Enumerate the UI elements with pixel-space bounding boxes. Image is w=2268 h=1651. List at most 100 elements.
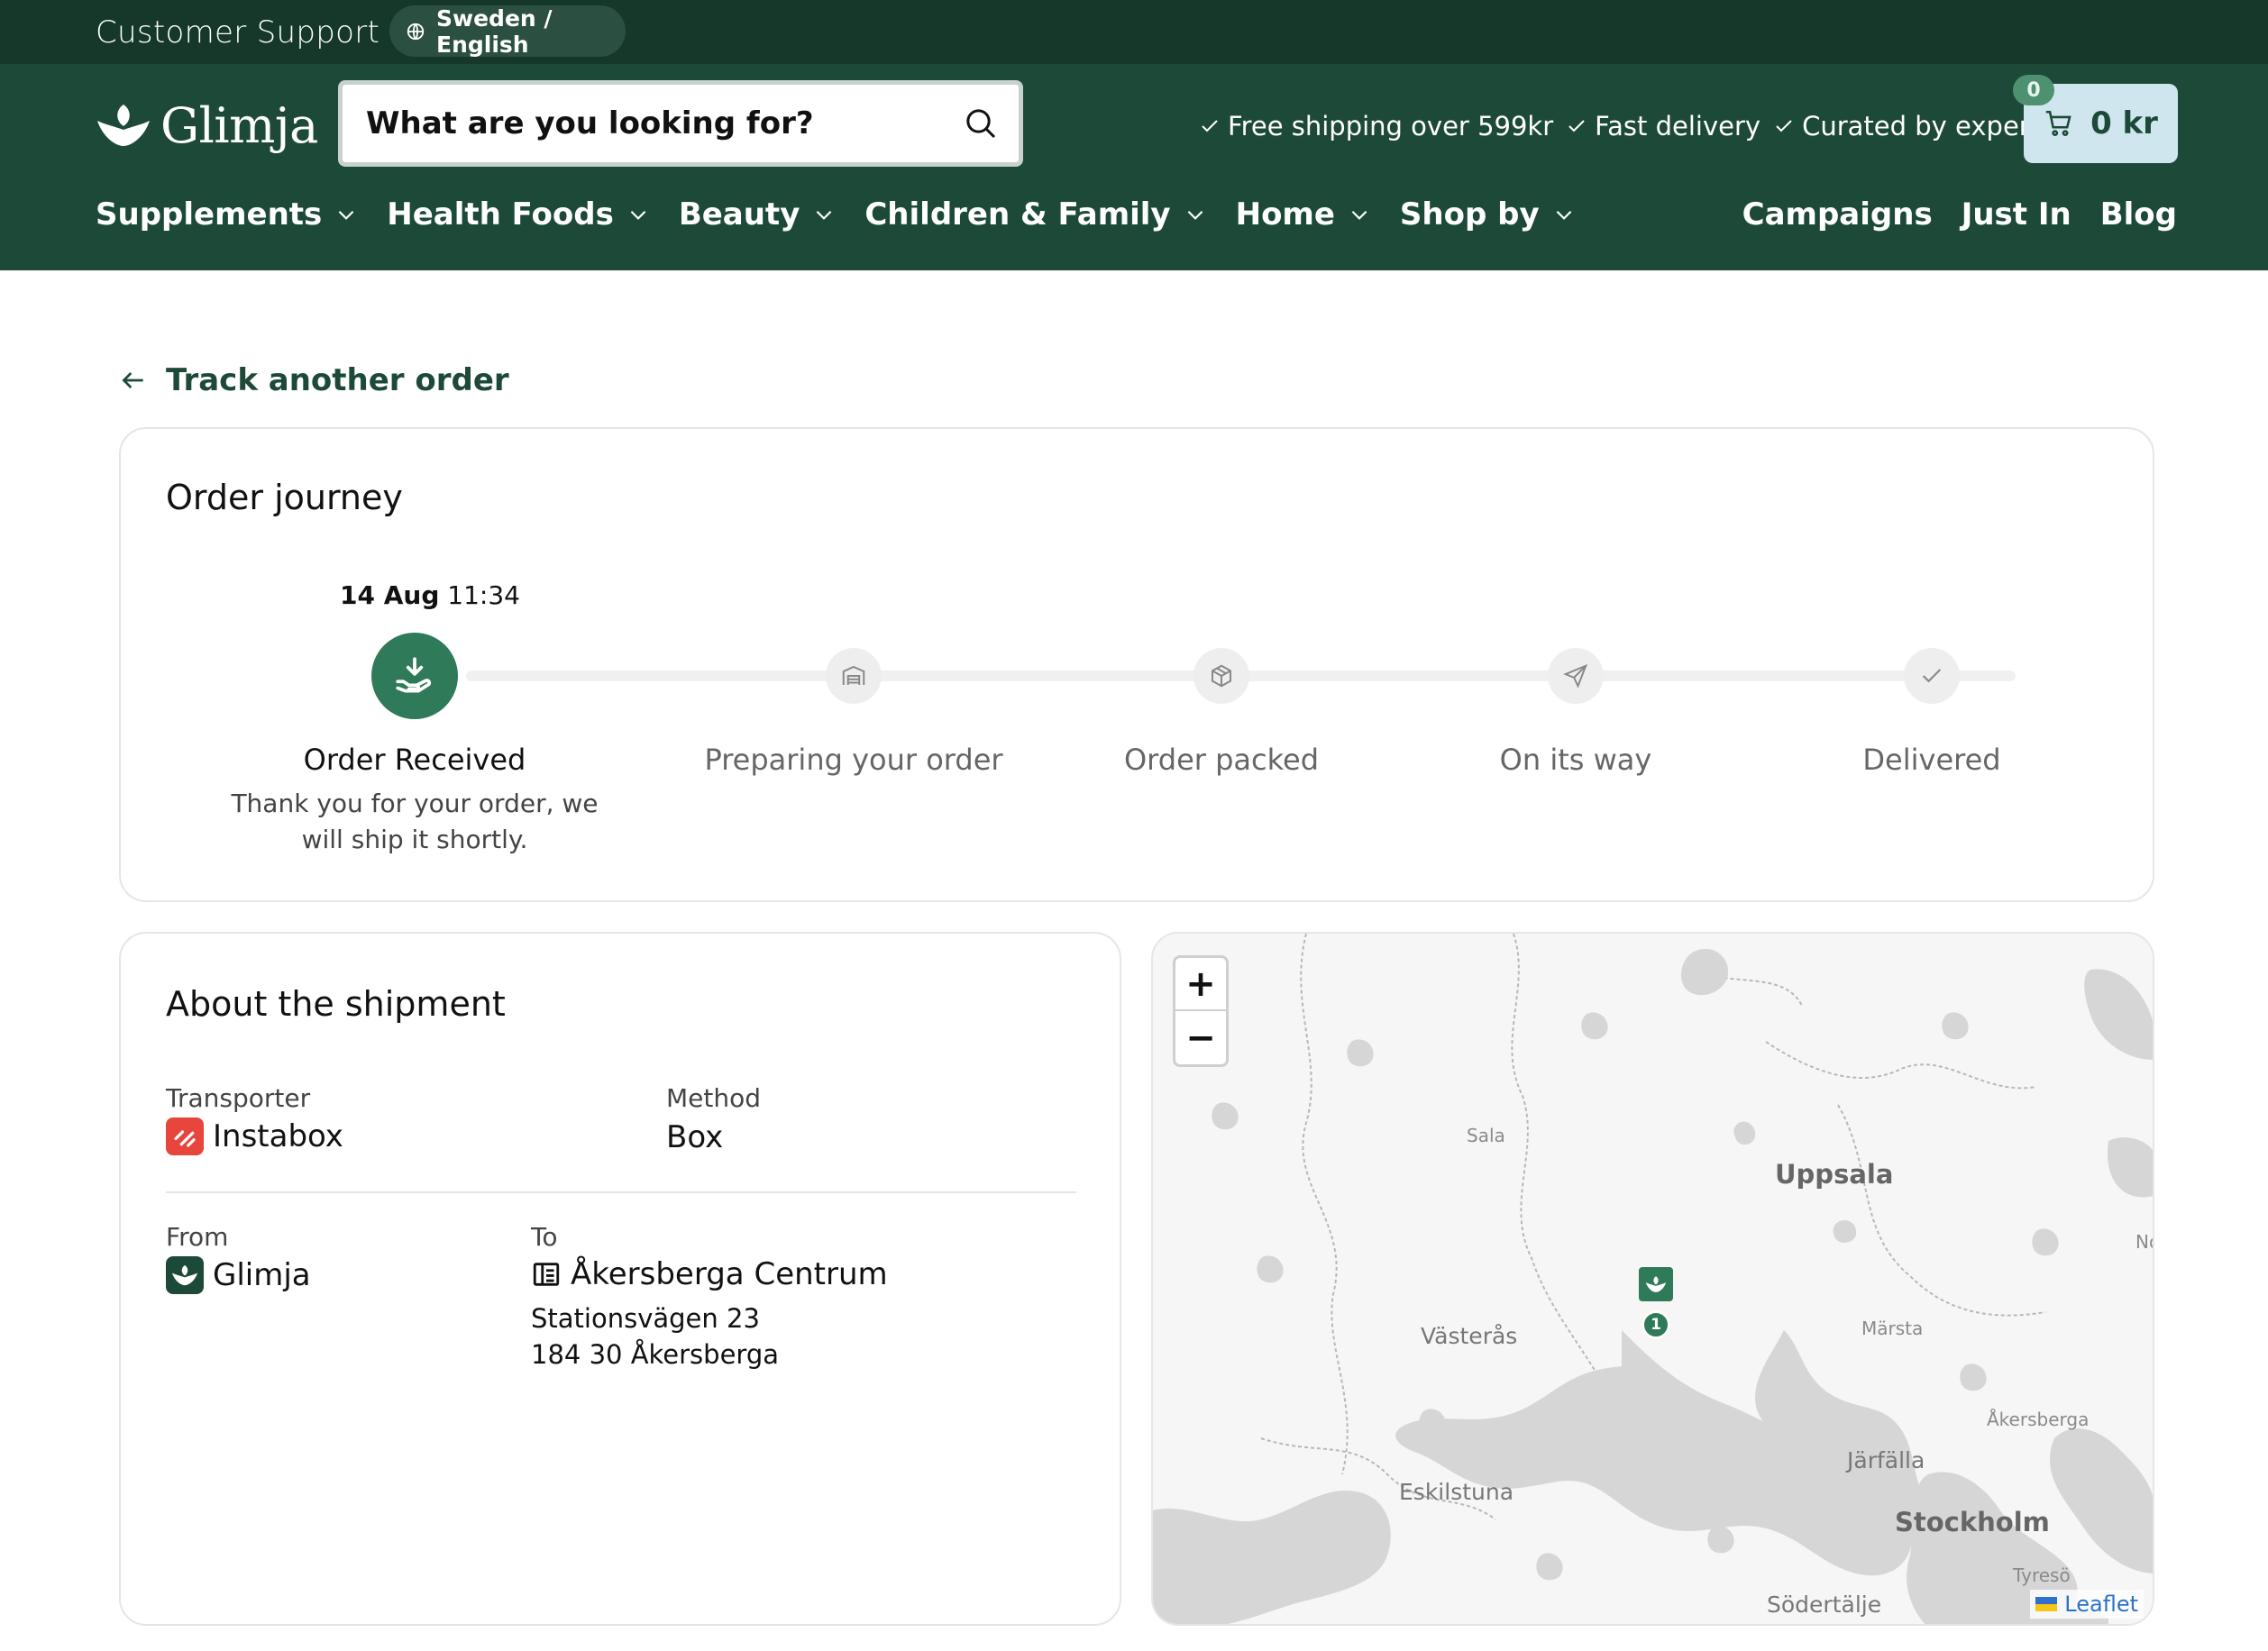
search-input[interactable]: [366, 105, 963, 141]
step-label: Preparing your order: [704, 743, 1003, 777]
map-label: Sala: [1467, 1125, 1505, 1146]
method-name: Box: [666, 1119, 724, 1155]
track-another-order-link[interactable]: Track another order: [119, 357, 509, 404]
to-value: Åkersberga Centrum: [531, 1256, 888, 1292]
from-name: Glimja: [213, 1257, 311, 1293]
chevron-down-icon: [817, 210, 832, 220]
nav-item-label: Home: [1235, 196, 1335, 233]
map-label: Järfälla: [1847, 1447, 1925, 1473]
step-label: Order packed: [1123, 743, 1319, 777]
from-label: From: [166, 1222, 229, 1252]
usp-label: Curated by experts: [1802, 111, 2054, 141]
map-cluster-badge[interactable]: 1: [1642, 1310, 1670, 1339]
nav-item-shop-by[interactable]: Shop by: [1400, 196, 1576, 233]
nav-link-blog[interactable]: Blog: [2100, 196, 2177, 233]
method-label: Method: [666, 1083, 762, 1113]
nav-item-label: Shop by: [1399, 196, 1540, 233]
shipment-map[interactable]: + − Sala Uppsala Västerås Märsta Åkersbe…: [1151, 932, 2154, 1626]
nav-link-campaigns[interactable]: Campaigns: [1742, 196, 1933, 233]
to-street: Stationsvägen 23: [531, 1303, 760, 1334]
cart-icon: [2045, 110, 2071, 137]
top-bar: Customer Support Sweden / English: [0, 0, 2268, 64]
check-icon: [1202, 120, 1218, 132]
glimja-small-logo-icon: [166, 1256, 204, 1294]
map-label: Södertälje: [1767, 1592, 1882, 1618]
chevron-down-icon: [1556, 210, 1572, 220]
transporter-value: Instabox: [166, 1117, 343, 1155]
shipment-title: About the shipment: [166, 984, 506, 1024]
nav-item-children-family[interactable]: Children & Family: [864, 196, 1206, 233]
main-header: Glimja Free shipping over 599kr Fast del…: [0, 64, 2268, 270]
shipment-card: About the shipment Transporter Instabox …: [119, 932, 1121, 1626]
step-preparing-order: [826, 648, 882, 704]
step-order-packed: [1193, 648, 1249, 704]
customer-support-link[interactable]: Customer Support: [96, 14, 380, 50]
nav-item-supplements[interactable]: Supplements: [96, 196, 358, 233]
usp-item: Free shipping over 599kr: [1199, 111, 1553, 141]
transporter-label: Transporter: [166, 1083, 311, 1113]
arrow-left-icon: [122, 372, 143, 388]
glimja-map-marker[interactable]: [1639, 1267, 1673, 1301]
to-name: Åkersberga Centrum: [571, 1256, 888, 1292]
language-label: Sweden / English: [436, 5, 553, 58]
divider: [166, 1191, 1076, 1193]
usp-label: Fast delivery: [1595, 111, 1761, 141]
step-order-received: [371, 633, 458, 719]
usp-item: Fast delivery: [1566, 111, 1760, 141]
nav-item-home[interactable]: Home: [1236, 196, 1371, 233]
method-value: Box: [666, 1119, 723, 1155]
attribution-label: Leaflet: [2064, 1592, 2138, 1617]
instabox-icon: [166, 1117, 204, 1155]
search-icon[interactable]: [963, 105, 999, 141]
hand-download-icon: [396, 657, 431, 693]
search-box[interactable]: [338, 80, 1023, 167]
zoom-in-button[interactable]: +: [1175, 958, 1226, 1011]
usp-list: Free shipping over 599kr Fast delivery C…: [1199, 105, 2053, 148]
nav-item-health-foods[interactable]: Health Foods: [387, 196, 650, 233]
step-label: Order Received: [303, 743, 526, 777]
usp-item: Curated by experts: [1773, 111, 2053, 141]
map-label: Stockholm: [1895, 1507, 2050, 1537]
zoom-out-button[interactable]: −: [1175, 1011, 1226, 1064]
journey-date-day: 14 Aug: [340, 580, 440, 610]
to-label: To: [531, 1222, 558, 1252]
logo-icon: [1645, 1276, 1667, 1292]
order-journey-title: Order journey: [166, 478, 403, 517]
package-icon: [1212, 664, 1231, 688]
check-icon: [1776, 120, 1792, 132]
step-delivered: [1904, 648, 1960, 704]
glimja-logo[interactable]: Glimja: [96, 89, 318, 161]
globe-icon: [407, 23, 425, 40]
chevron-down-icon: [630, 210, 646, 220]
journey-date: 14 Aug 11:34: [340, 580, 520, 610]
to-city: 184 30 Åkersberga: [531, 1339, 780, 1370]
logo-text: Glimja: [160, 96, 318, 154]
map-label: No: [2135, 1231, 2153, 1253]
nav-link-just-in[interactable]: Just In: [1962, 196, 2071, 233]
from-value: Glimja: [166, 1256, 311, 1294]
map-label: Åkersberga: [1987, 1409, 2090, 1430]
step-on-its-way: [1548, 648, 1604, 704]
nav-item-beauty[interactable]: Beauty: [679, 196, 837, 233]
secondary-nav: Campaigns Just In Blog: [1742, 188, 2177, 241]
chevron-down-icon: [1187, 210, 1203, 220]
step-description: Thank you for your order, we will ship i…: [231, 789, 599, 854]
cart-total: 0 kr: [2090, 105, 2158, 141]
step-label: Delivered: [1862, 743, 2001, 777]
nav-item-label: Beauty: [678, 196, 800, 233]
step-label: On its way: [1499, 743, 1652, 777]
map-label: Märsta: [1861, 1318, 1924, 1339]
order-journey-card: Order journey 14 Aug 11:34 Order Receive…: [119, 427, 2154, 902]
transporter-name: Instabox: [213, 1118, 343, 1154]
zoom-control: + −: [1173, 955, 1229, 1067]
language-selector[interactable]: Sweden / English: [389, 5, 626, 58]
usp-label: Free shipping over 599kr: [1228, 111, 1554, 141]
main-nav: Supplements Health Foods Beauty Children…: [96, 188, 1605, 241]
map-label: Västerås: [1421, 1323, 1518, 1349]
warehouse-icon: [842, 665, 865, 685]
store-icon: [533, 1263, 560, 1286]
map-attribution[interactable]: Leaflet: [2030, 1590, 2144, 1619]
ukraine-flag-icon: [2035, 1597, 2058, 1611]
check-icon: [1922, 669, 1942, 683]
map-label: Eskilstuna: [1399, 1479, 1514, 1505]
